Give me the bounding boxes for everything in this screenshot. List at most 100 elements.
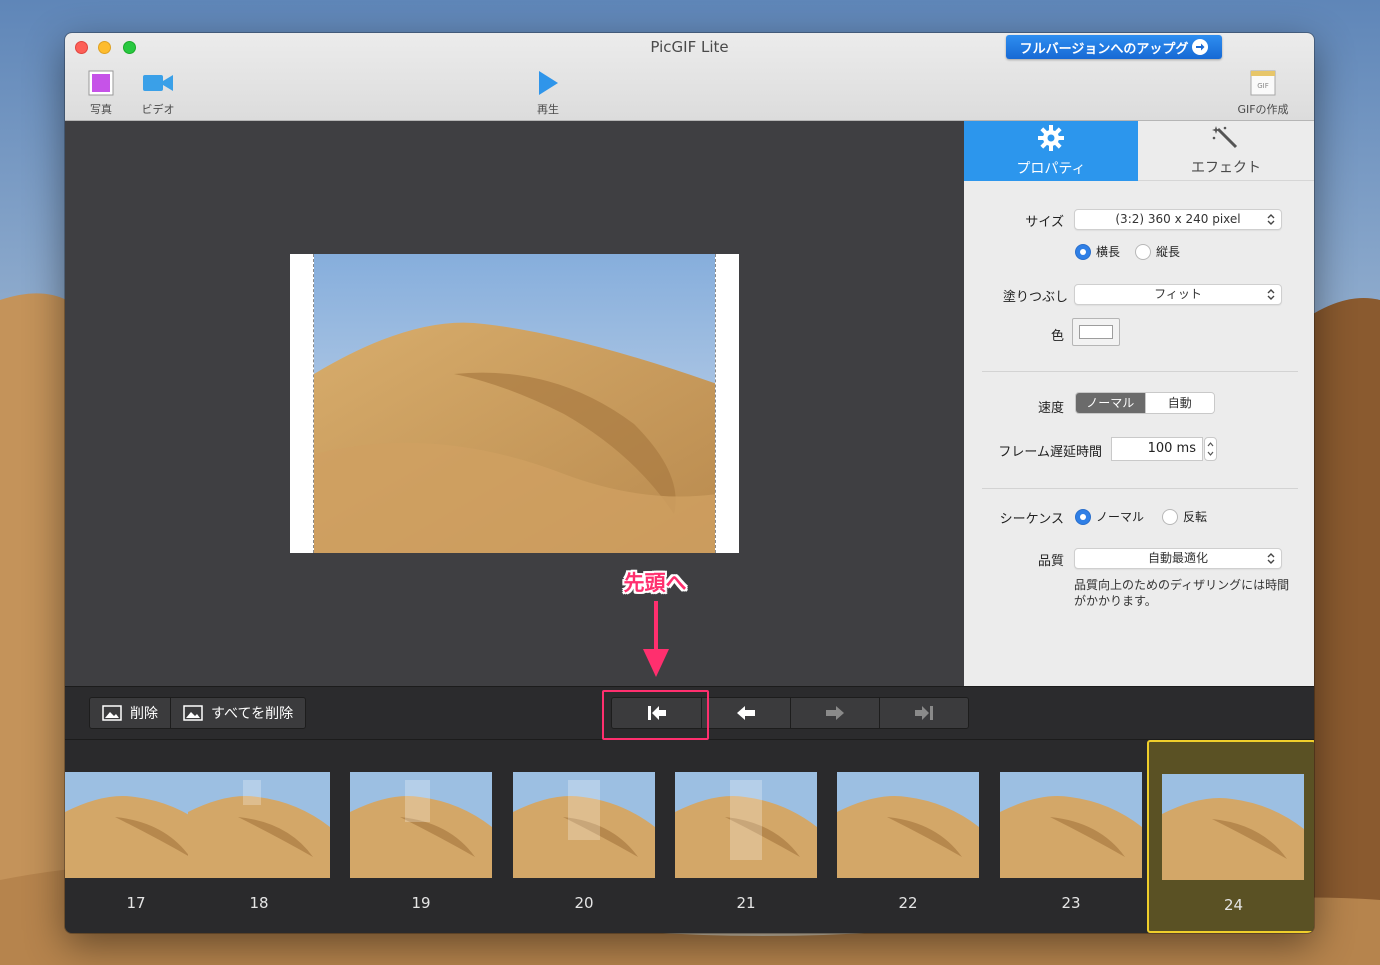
radio-dot-checked: [1075, 243, 1091, 260]
size-label: サイズ: [1025, 215, 1064, 230]
speed-segmented-control: ノーマル 自動: [1075, 392, 1215, 414]
arrow-right-circle-icon: [1192, 39, 1209, 55]
speed-auto-segment[interactable]: 自動: [1144, 393, 1214, 413]
frame-number: 24: [1223, 896, 1244, 914]
go-to-last-button[interactable]: [879, 698, 968, 728]
frame-image: [837, 772, 979, 878]
upgrade-button[interactable]: フルバージョンへのアップグ: [1006, 35, 1222, 59]
radio-landscape[interactable]: 横長: [1075, 243, 1120, 260]
frame-image: [513, 772, 655, 878]
annotation-highlight-box: [602, 690, 709, 740]
annotation-label: 先頭へ: [623, 571, 687, 595]
frame-image: [188, 772, 330, 878]
frame-delay-stepper[interactable]: [1204, 437, 1217, 461]
delete-frame-button[interactable]: 削除: [90, 698, 170, 728]
frame-thumbnail[interactable]: 18: [178, 740, 340, 933]
previous-frame-button[interactable]: [701, 698, 790, 728]
quality-popup[interactable]: 自動最適化: [1074, 548, 1282, 569]
preview-image: [313, 254, 716, 553]
radio-sequence-reverse[interactable]: 反転: [1162, 508, 1207, 525]
arrow-left-icon: [737, 706, 755, 720]
chevron-updown-icon: [1267, 214, 1275, 225]
radio-sequence-normal[interactable]: ノーマル: [1075, 508, 1144, 525]
color-well[interactable]: [1072, 318, 1120, 346]
annotation-arrow-icon: [643, 601, 669, 677]
properties-panel: プロパティ エフェクト サイズ (3:2) 360 x 240 pixel 横長…: [964, 121, 1314, 686]
preview-canvas: [65, 121, 964, 686]
radio-sequence-reverse-label: 反転: [1183, 510, 1208, 524]
tab-properties-label: プロパティ: [1016, 161, 1086, 177]
delete-label: 削除: [130, 706, 158, 722]
video-tool-label: ビデオ: [141, 103, 175, 116]
divider: [982, 488, 1298, 489]
upgrade-label: フルバージョンへのアップグ: [1019, 41, 1189, 57]
app-window: PicGIF Lite フルバージョンへのアップグ 写真 ビデオ 再生 GIF …: [65, 33, 1314, 933]
size-popup[interactable]: (3:2) 360 x 240 pixel: [1074, 209, 1282, 230]
radio-sequence-normal-label: ノーマル: [1096, 510, 1145, 524]
frame-number: 20: [574, 894, 594, 912]
play-tool-label: 再生: [537, 103, 559, 116]
tab-effects[interactable]: エフェクト: [1138, 121, 1314, 181]
tab-effects-label: エフェクト: [1191, 159, 1261, 176]
image-icon: [102, 705, 122, 721]
radio-portrait-label: 縦長: [1156, 245, 1181, 259]
frame-thumbnail[interactable]: 23: [990, 740, 1152, 933]
quality-note: 品質向上のためのディザリングには時間がかかります。: [1074, 578, 1290, 608]
gif-file-icon: GIF: [1250, 69, 1276, 97]
sequence-label: シーケンス: [999, 512, 1064, 527]
play-icon: [537, 69, 559, 97]
frame-thumbnail-selected[interactable]: 24: [1147, 740, 1314, 933]
fill-label: 塗りつぶし: [1002, 290, 1068, 305]
delete-all-label: すべてを削除: [211, 706, 294, 722]
gear-icon: [1037, 124, 1065, 156]
frame-control-bar: 削除 すべてを削除: [65, 686, 1314, 740]
speed-label: 速度: [1037, 401, 1064, 416]
frame-number: 21: [736, 894, 756, 912]
quality-value: 自動最適化: [1147, 551, 1208, 565]
magic-wand-icon: [1212, 125, 1240, 155]
photo-tool-button[interactable]: 写真: [85, 69, 117, 117]
frame-delay-label: フレーム遅延時間: [998, 445, 1102, 460]
stepper-arrows-icon: [1207, 442, 1214, 456]
frame-number: 22: [898, 894, 918, 912]
frame-number: 23: [1061, 894, 1081, 912]
video-camera-icon: [142, 69, 174, 97]
radio-portrait[interactable]: 縦長: [1135, 243, 1180, 260]
frame-filmstrip: 17 18 19 20 21 22 23 24: [65, 740, 1314, 933]
gif-preview-frame: [290, 254, 739, 553]
speed-normal-segment[interactable]: ノーマル: [1076, 393, 1145, 413]
divider: [982, 371, 1298, 372]
tab-properties[interactable]: プロパティ: [964, 121, 1138, 181]
create-gif-button[interactable]: GIF GIFの作成: [1233, 69, 1293, 117]
frame-number: 19: [411, 894, 431, 912]
frame-thumbnail[interactable]: 19: [340, 740, 502, 933]
chevron-updown-icon: [1267, 553, 1275, 564]
fill-popup[interactable]: フィット: [1074, 284, 1282, 305]
delete-button-group: 削除 すべてを削除: [89, 697, 307, 729]
radio-landscape-label: 横長: [1096, 245, 1121, 259]
frame-delay-field[interactable]: 100 ms: [1111, 437, 1203, 461]
next-frame-button[interactable]: [790, 698, 879, 728]
video-tool-button[interactable]: ビデオ: [138, 69, 178, 117]
gif-icon-text: GIF: [1257, 82, 1269, 90]
frame-image: [350, 772, 492, 878]
frame-thumbnail[interactable]: 20: [503, 740, 665, 933]
frame-thumbnail[interactable]: 21: [665, 740, 827, 933]
delete-all-button[interactable]: すべてを削除: [170, 698, 306, 728]
image-icon: [183, 705, 203, 721]
titlebar-toolbar: PicGIF Lite フルバージョンへのアップグ 写真 ビデオ 再生 GIF …: [65, 33, 1314, 121]
frame-image: [1000, 772, 1142, 878]
radio-dot-checked: [1075, 508, 1091, 525]
frame-image: [675, 772, 817, 878]
photo-tool-label: 写真: [90, 103, 112, 116]
color-swatch: [1079, 325, 1113, 339]
arrow-right-icon: [826, 706, 844, 720]
create-gif-label: GIFの作成: [1237, 103, 1289, 116]
radio-dot-unchecked: [1135, 243, 1151, 260]
frame-thumbnail[interactable]: 22: [827, 740, 989, 933]
chevron-updown-icon: [1267, 289, 1275, 300]
quality-label: 品質: [1037, 554, 1064, 569]
skip-to-end-icon: [915, 706, 933, 720]
fill-value: フィット: [1154, 287, 1202, 301]
play-tool-button[interactable]: 再生: [530, 69, 566, 117]
